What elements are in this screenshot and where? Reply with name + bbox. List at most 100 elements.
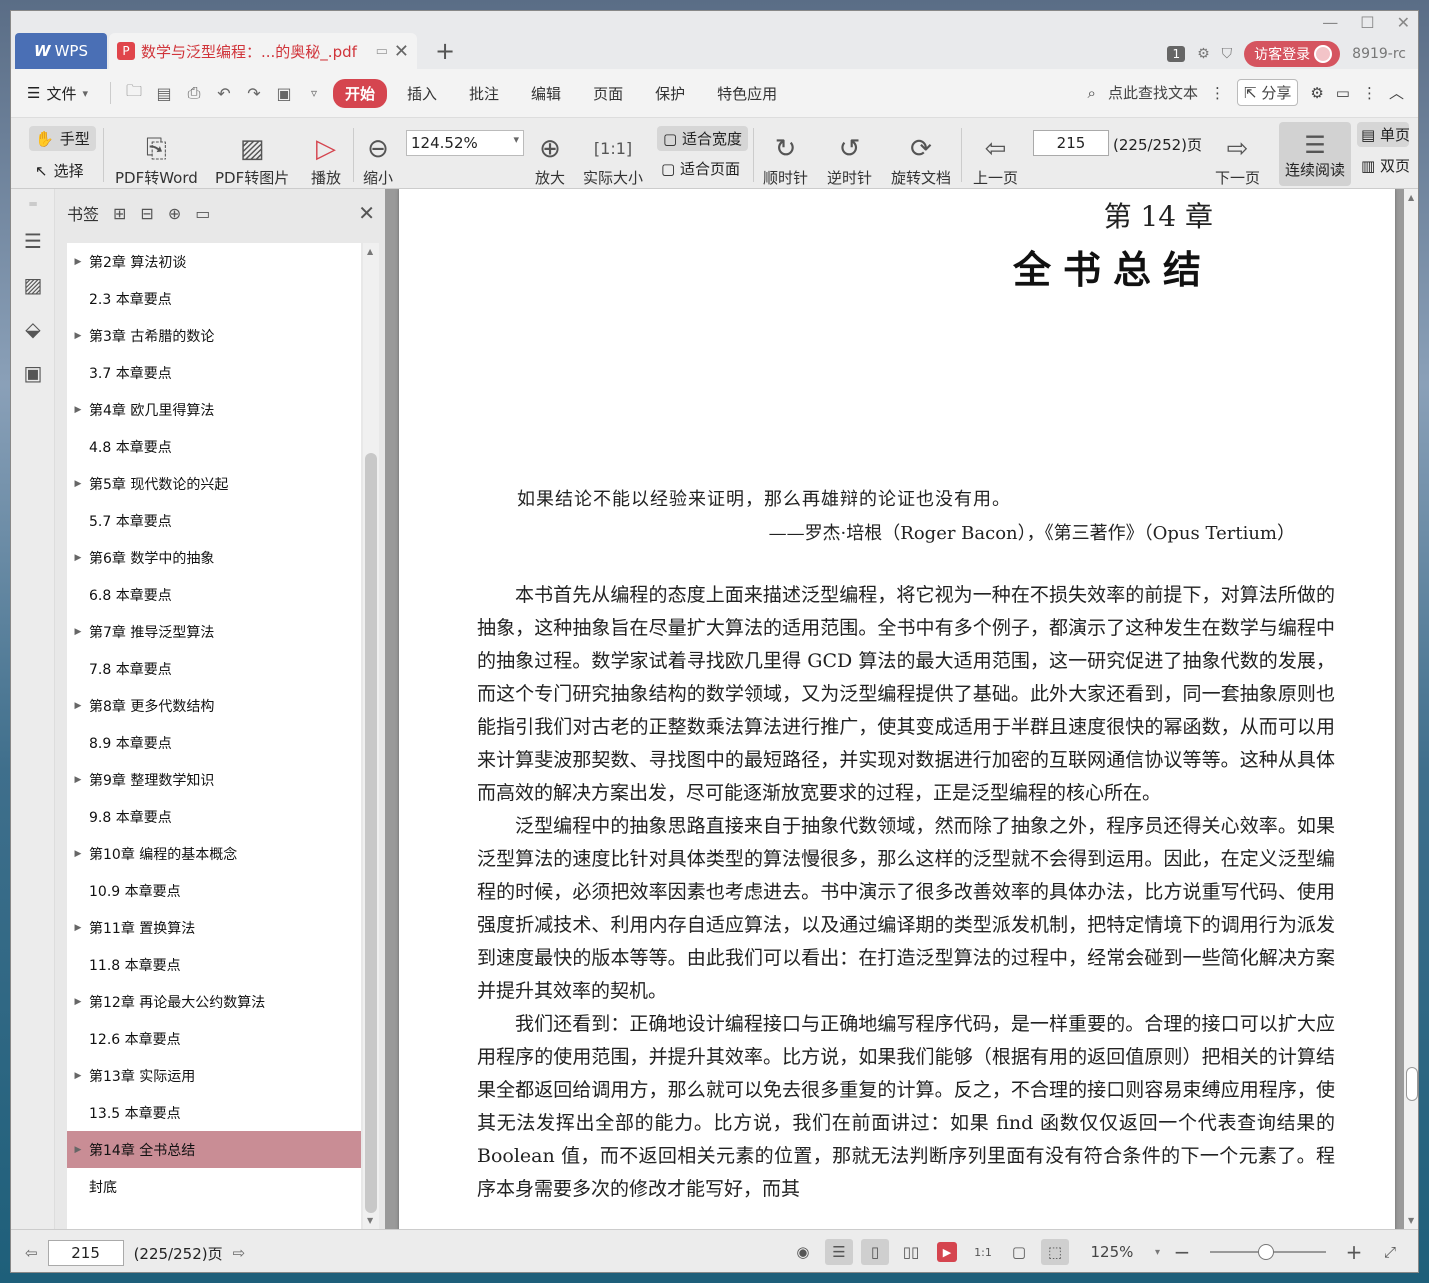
zoom-select[interactable]: 124.52% ▾ bbox=[406, 130, 524, 156]
monitor-icon[interactable]: ▭ bbox=[376, 44, 388, 59]
select-tool-button[interactable]: ↖ 选择 bbox=[35, 160, 84, 181]
fullscreen-icon[interactable]: ⤢ bbox=[1376, 1239, 1404, 1265]
tab-annotate[interactable]: 批注 bbox=[457, 79, 511, 108]
pdf-to-word-button[interactable]: ⎘ PDF转Word bbox=[115, 122, 198, 188]
eye-protection-icon[interactable]: ◉ bbox=[789, 1239, 817, 1265]
actual-size-button[interactable]: [1:1] 实际大小 bbox=[583, 122, 643, 188]
signature-icon[interactable]: ▣ bbox=[11, 351, 55, 395]
bookmark-subitem[interactable]: 13.5 本章要点 bbox=[67, 1094, 361, 1131]
bookmark-item[interactable]: ▶ 第5章 现代数论的兴起 bbox=[67, 465, 361, 502]
bookmark-list-icon[interactable]: ☰ bbox=[11, 219, 55, 263]
bookmark-subitem[interactable]: 封底 bbox=[67, 1168, 361, 1205]
bookmark-subitem[interactable]: 3.7 本章要点 bbox=[67, 354, 361, 391]
zoom-minus-icon[interactable]: − bbox=[1168, 1239, 1196, 1265]
tab-insert[interactable]: 插入 bbox=[395, 79, 449, 108]
maximize-icon[interactable]: ☐ bbox=[1360, 13, 1374, 32]
zoom-in-button[interactable]: ⊕ 放大 bbox=[535, 122, 565, 188]
bookmark-subitem[interactable]: 9.8 本章要点 bbox=[67, 798, 361, 835]
bookmark-subitem[interactable]: 10.9 本章要点 bbox=[67, 872, 361, 909]
bookmark-item[interactable]: ▶ 第9章 整理数学知识 bbox=[67, 761, 361, 798]
tab-page[interactable]: 页面 bbox=[581, 79, 635, 108]
bookmark-item[interactable]: ▶ 第6章 数学中的抽象 bbox=[67, 539, 361, 576]
bookmark-options-icon[interactable]: ▭ bbox=[195, 204, 210, 223]
bookmark-item[interactable]: ▶ 第11章 置换算法 bbox=[67, 909, 361, 946]
continuous-view-icon[interactable]: ☰ bbox=[824, 1239, 853, 1265]
document-view[interactable]: 第 14 章 全书总结 如果结论不能以经验来证明，那么再雄辩的论证也没有用。 —… bbox=[385, 189, 1418, 1229]
expand-arrow-icon[interactable]: ▶ bbox=[67, 1071, 89, 1081]
rotate-clockwise-button[interactable]: ↻ 顺时针 bbox=[763, 122, 808, 188]
rotate-counterclockwise-button[interactable]: ↺ 逆时针 bbox=[827, 122, 872, 188]
prev-page-button[interactable]: ⇦ 上一页 bbox=[973, 122, 1018, 188]
undo-icon[interactable]: ↶ bbox=[209, 84, 239, 103]
scroll-thumb[interactable] bbox=[1406, 1067, 1418, 1101]
close-window-icon[interactable]: ✕ bbox=[1397, 13, 1410, 32]
share-button[interactable]: ⇱ 分享 bbox=[1236, 79, 1299, 106]
gear-icon[interactable]: ⚙ bbox=[1310, 84, 1323, 102]
scroll-up-icon[interactable]: ▲ bbox=[367, 247, 373, 256]
save-icon[interactable]: ▤ bbox=[149, 84, 179, 103]
zoom-slider[interactable] bbox=[1210, 1244, 1326, 1260]
bookmark-subitem[interactable]: 6.8 本章要点 bbox=[67, 576, 361, 613]
expand-arrow-icon[interactable]: ▶ bbox=[67, 331, 89, 341]
single-page-button[interactable]: ▤ 单页 bbox=[1357, 122, 1409, 147]
scroll-thumb[interactable] bbox=[365, 453, 377, 1213]
play-slideshow-button[interactable]: ▶ bbox=[933, 1239, 961, 1265]
bookmark-subitem[interactable]: 2.3 本章要点 bbox=[67, 280, 361, 317]
bookmark-item[interactable]: ▶ 第14章 全书总结 bbox=[67, 1131, 361, 1168]
collapse-all-icon[interactable]: ⊟ bbox=[140, 204, 153, 223]
fit-page-button[interactable]: ▢ 适合页面 bbox=[661, 158, 740, 179]
open-folder-icon[interactable]: 🗀 bbox=[119, 80, 149, 107]
bookmark-item[interactable]: ▶ 第7章 推导泛型算法 bbox=[67, 613, 361, 650]
zoom-slider-knob[interactable] bbox=[1258, 1244, 1274, 1260]
bookmark-item[interactable]: ▶ 第10章 编程的基本概念 bbox=[67, 835, 361, 872]
bookmark-item[interactable]: ▶ 第12章 再论最大公约数算法 bbox=[67, 983, 361, 1020]
scroll-down-icon[interactable]: ▼ bbox=[367, 1216, 373, 1225]
play-button[interactable]: ▷ 播放 bbox=[311, 122, 341, 188]
hand-tool-button[interactable]: ✋ 手型 bbox=[29, 126, 96, 151]
tab-protect[interactable]: 保护 bbox=[643, 79, 697, 108]
redo-icon[interactable]: ↷ bbox=[239, 84, 269, 103]
fit-width-button[interactable]: ▢ 适合宽度 bbox=[657, 126, 748, 151]
print-icon[interactable]: ⎙ bbox=[179, 83, 209, 103]
page-number-input[interactable]: 215 bbox=[1033, 130, 1109, 156]
expand-arrow-icon[interactable]: ▶ bbox=[67, 479, 89, 489]
wps-home-tab[interactable]: W WPS bbox=[15, 33, 107, 69]
customize-quick-access-icon[interactable]: ▿ bbox=[299, 86, 329, 100]
tab-edit[interactable]: 编辑 bbox=[519, 79, 573, 108]
bookmark-item[interactable]: ▶ 第4章 欧几里得算法 bbox=[67, 391, 361, 428]
expand-arrow-icon[interactable]: ▶ bbox=[67, 553, 89, 563]
expand-arrow-icon[interactable]: ▶ bbox=[67, 701, 89, 711]
settings-gear-icon[interactable]: ⚙ bbox=[1197, 46, 1210, 62]
collapse-ribbon-icon[interactable]: ︿ bbox=[1389, 82, 1404, 103]
bookmark-subitem[interactable]: 12.6 本章要点 bbox=[67, 1020, 361, 1057]
bookmark-scrollbar[interactable]: ▲ ▼ bbox=[363, 243, 379, 1229]
expand-arrow-icon[interactable]: ▶ bbox=[67, 849, 89, 859]
expand-arrow-icon[interactable]: ▶ bbox=[67, 405, 89, 415]
more-options-icon[interactable]: ⋮ bbox=[1362, 84, 1377, 102]
find-text-input[interactable]: 点此查找文本 bbox=[1108, 82, 1198, 103]
document-tab[interactable]: P 数学与泛型编程：...的奥秘_.pdf ▭ ✕ bbox=[109, 33, 417, 69]
expand-arrow-icon[interactable]: ▶ bbox=[67, 257, 89, 267]
zoom-plus-icon[interactable]: + bbox=[1340, 1239, 1368, 1265]
tab-special[interactable]: 特色应用 bbox=[705, 79, 789, 108]
bookmark-item[interactable]: ▶ 第13章 实际运用 bbox=[67, 1057, 361, 1094]
scroll-up-icon[interactable]: ▲ bbox=[1408, 193, 1414, 202]
pdf-to-image-button[interactable]: ▨ PDF转图片 bbox=[215, 122, 289, 188]
continuous-read-button[interactable]: ☰ 连续阅读 bbox=[1279, 122, 1351, 186]
add-bookmark-icon[interactable]: ⊕ bbox=[168, 204, 181, 223]
annotation-tag-icon[interactable]: ⬙ bbox=[11, 307, 55, 351]
single-page-view-icon[interactable]: ▯ bbox=[860, 1239, 889, 1265]
expand-arrow-icon[interactable]: ▶ bbox=[67, 627, 89, 637]
minimize-icon[interactable]: — bbox=[1322, 13, 1338, 32]
scroll-down-icon[interactable]: ▼ bbox=[1408, 1216, 1414, 1225]
export-image-icon[interactable]: ▣ bbox=[269, 84, 299, 103]
close-panel-icon[interactable]: ✕ bbox=[358, 201, 375, 225]
document-scrollbar[interactable]: ▲ ▼ bbox=[1404, 189, 1418, 1229]
bookmark-subitem[interactable]: 4.8 本章要点 bbox=[67, 428, 361, 465]
prev-page-icon[interactable]: ⇦ bbox=[25, 1244, 38, 1262]
expand-arrow-icon[interactable]: ▶ bbox=[67, 997, 89, 1007]
bookmark-subitem[interactable]: 8.9 本章要点 bbox=[67, 724, 361, 761]
fit-page-icon[interactable]: ▢ bbox=[1005, 1239, 1033, 1265]
expand-arrow-icon[interactable]: ▶ bbox=[67, 923, 89, 933]
rotate-document-button[interactable]: ⟳ 旋转文档 bbox=[891, 122, 951, 188]
